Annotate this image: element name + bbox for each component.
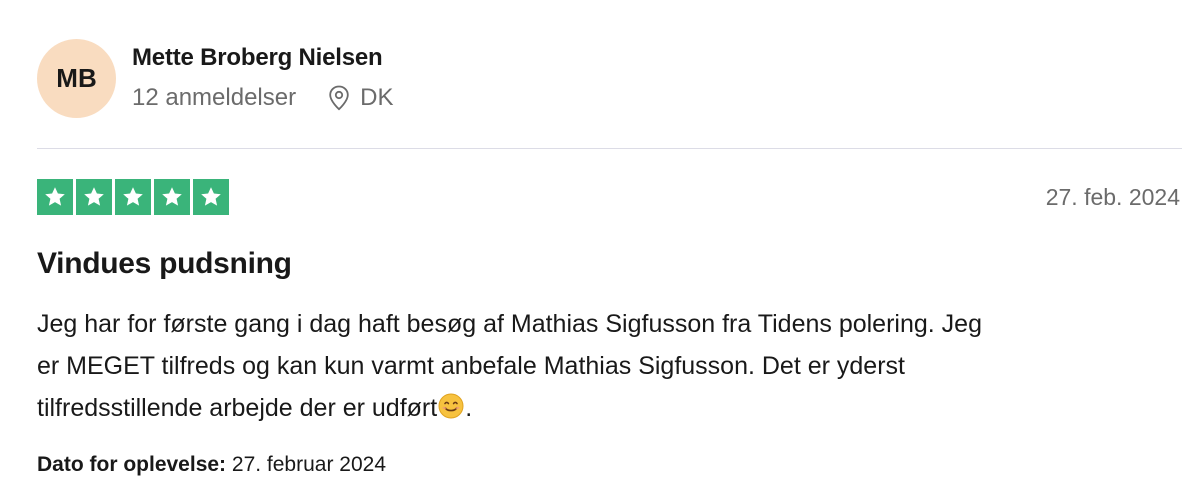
star-icon: [115, 179, 151, 215]
review-body-line: er MEGET tilfreds og kan kun varmt anbef…: [37, 352, 905, 380]
reviews-count: 12 anmeldelser: [132, 84, 297, 111]
location-pin-icon: [328, 85, 350, 111]
review-title[interactable]: Vindues pudsning: [37, 247, 292, 281]
experience-label: Dato for oplevelse:: [37, 453, 227, 476]
avatar[interactable]: MB: [37, 39, 116, 118]
review-body-line: tilfredsstillende arbejde der er udført …: [37, 387, 1187, 432]
review-body: Jeg har for første gang i dag haft besøg…: [37, 303, 1187, 432]
star-icon: [37, 179, 73, 215]
review-body-text: tilfredsstillende arbejde der er udført: [37, 394, 438, 422]
experience-value: 27. februar 2024: [231, 453, 387, 476]
reviewer-meta: 12 anmeldelser DK: [132, 84, 393, 112]
review-body-end: .: [465, 394, 473, 422]
experience-date: Dato for oplevelse: 27. februar 2024: [37, 453, 386, 477]
divider: [37, 148, 1182, 149]
star-rating: [37, 179, 229, 215]
smiling-face-emoji-icon: [438, 390, 464, 432]
reviewer-name[interactable]: Mette Broberg Nielsen: [132, 44, 383, 72]
avatar-initials: MB: [56, 63, 97, 93]
review-body-line: Jeg har for første gang i dag haft besøg…: [37, 310, 982, 338]
star-icon: [76, 179, 112, 215]
review-date: 27. feb. 2024: [1045, 184, 1180, 210]
reviewer-country: DK: [360, 84, 394, 111]
star-icon: [154, 179, 190, 215]
star-icon: [193, 179, 229, 215]
review-card: MB Mette Broberg Nielsen 12 anmeldelser …: [0, 0, 1200, 503]
